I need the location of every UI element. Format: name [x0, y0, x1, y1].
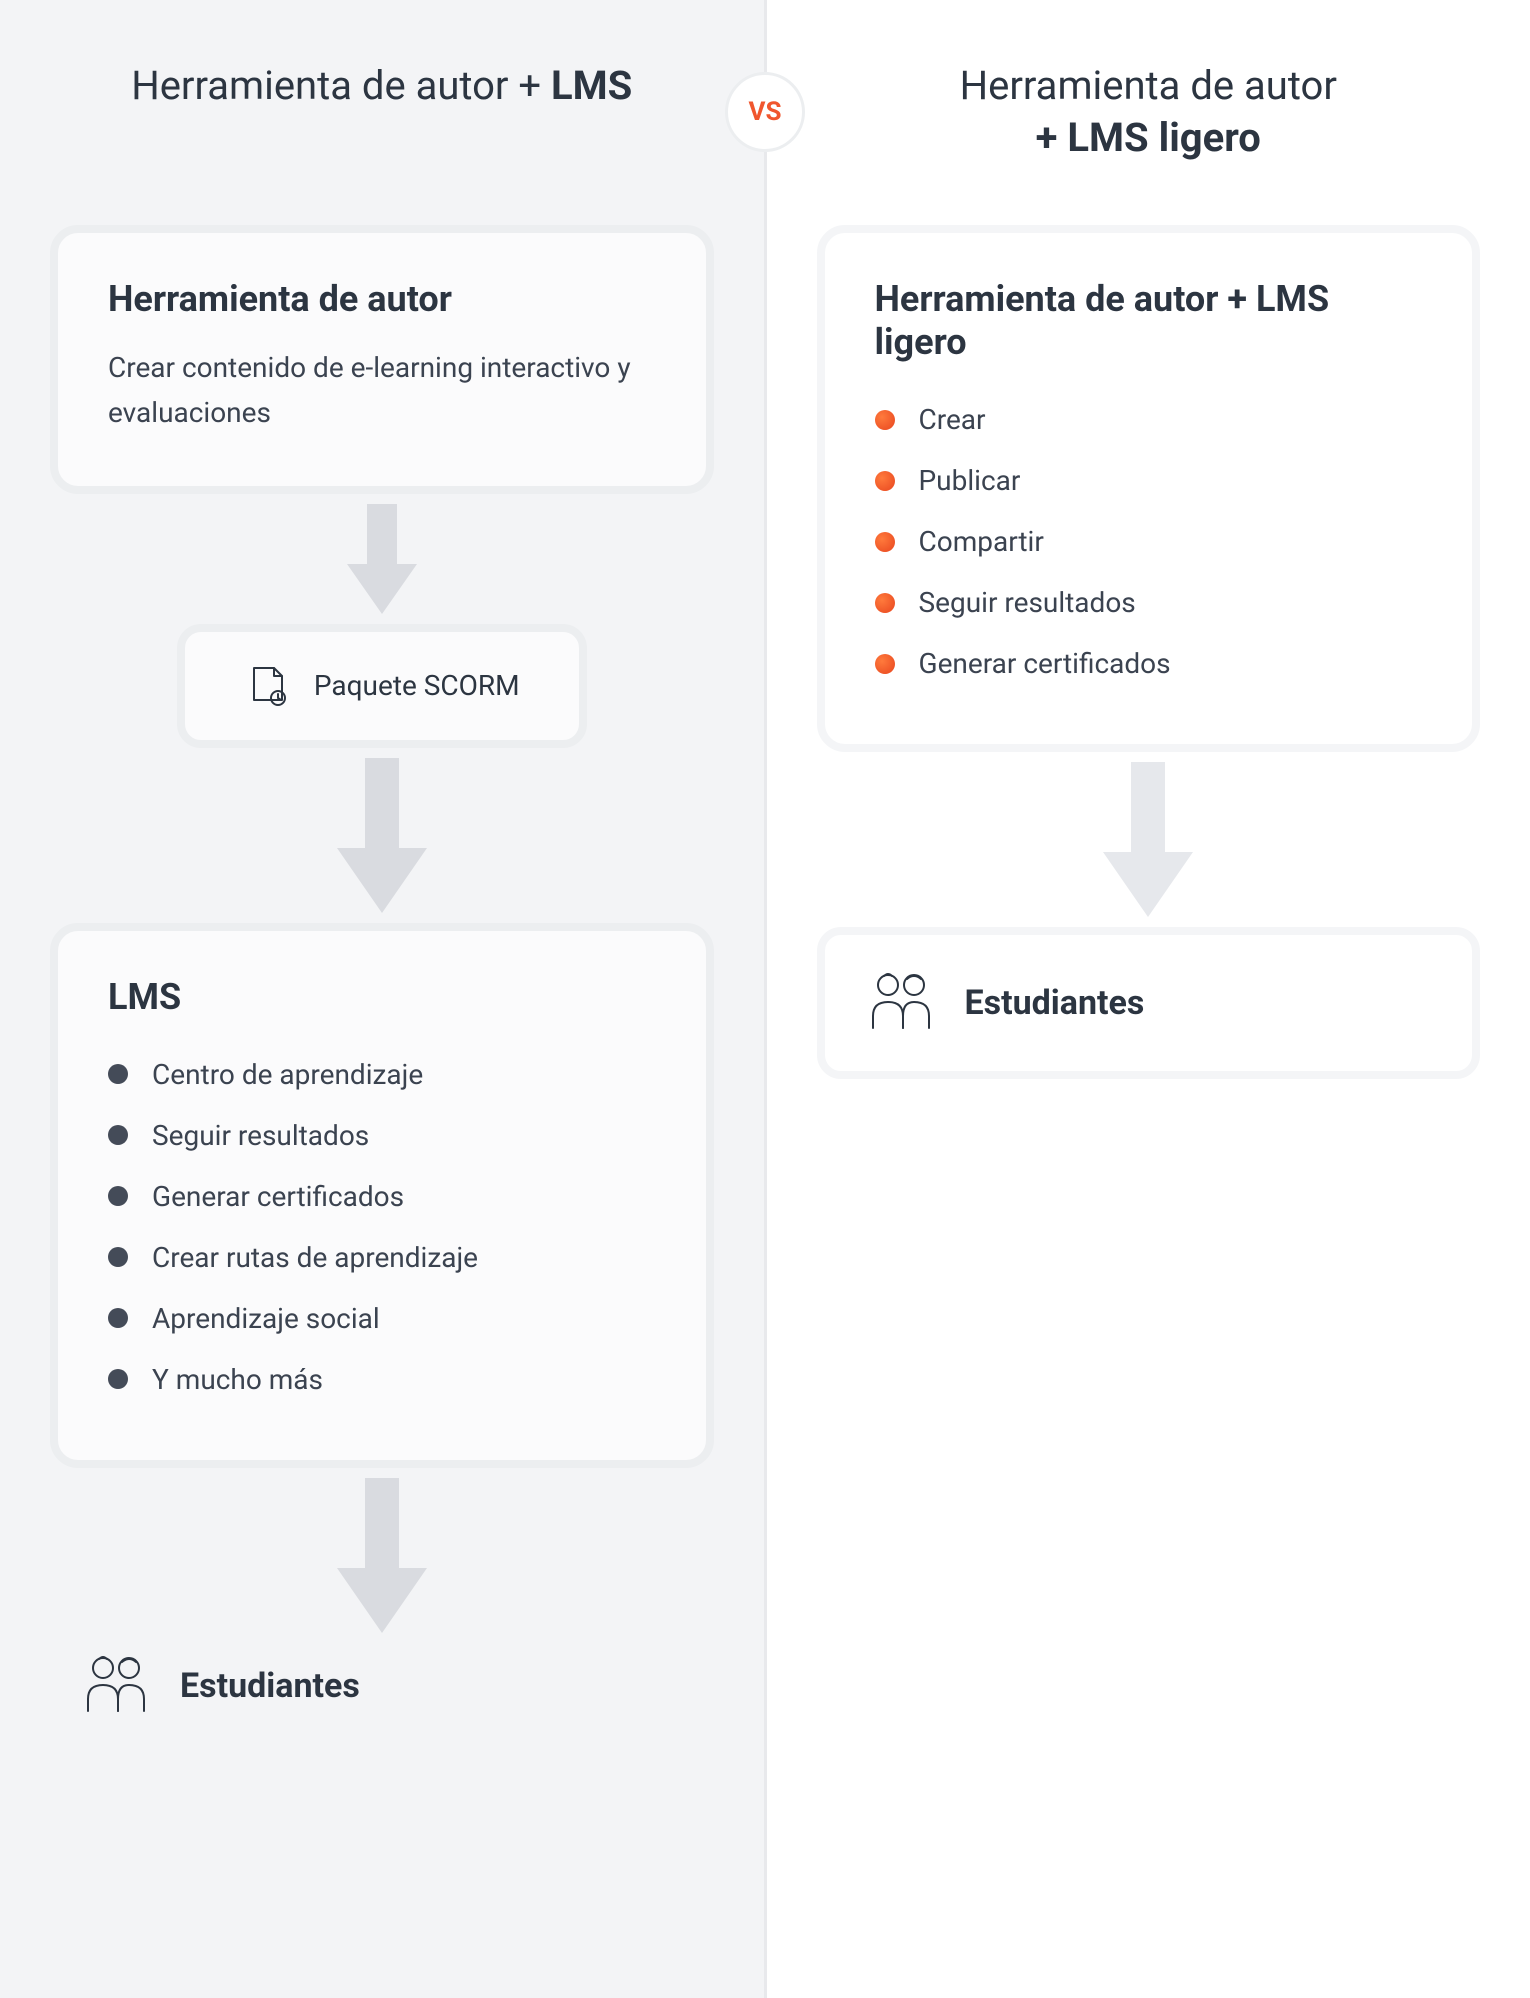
list-item: Y mucho más	[108, 1349, 656, 1410]
arrow-down-icon	[1103, 762, 1193, 917]
light-lms-card: Herramienta de autor + LMS ligero Crear …	[817, 225, 1481, 752]
students-icon	[865, 970, 937, 1036]
list-item: Compartir	[875, 511, 1423, 572]
authoring-tool-card: Herramienta de autor Crear contenido de …	[50, 225, 714, 494]
students-label: Estudiantes	[180, 1666, 360, 1706]
left-title-bold: LMS	[551, 62, 632, 109]
list-item-label: Crear	[919, 403, 986, 436]
bullet-icon	[875, 593, 895, 613]
list-item-label: Seguir resultados	[152, 1119, 369, 1152]
arrow-down-icon	[347, 504, 417, 614]
authoring-tool-desc: Crear contenido de e-learning interactiv…	[108, 346, 656, 436]
light-lms-list: Crear Publicar Compartir Seguir resultad…	[875, 389, 1423, 694]
bullet-icon	[108, 1308, 128, 1328]
lms-list: Centro de aprendizaje Seguir resultados …	[108, 1044, 656, 1410]
list-item-label: Generar certificados	[919, 647, 1171, 680]
list-item-label: Centro de aprendizaje	[152, 1058, 423, 1091]
bullet-icon	[108, 1186, 128, 1206]
bullet-icon	[875, 471, 895, 491]
list-item-label: Aprendizaje social	[152, 1302, 380, 1335]
left-column: Herramienta de autor + LMS Herramienta d…	[0, 0, 767, 1998]
students-icon	[80, 1653, 152, 1719]
scorm-label: Paquete SCORM	[314, 669, 520, 702]
vs-text: VS	[749, 97, 782, 127]
list-item: Crear rutas de aprendizaje	[108, 1227, 656, 1288]
list-item: Crear	[875, 389, 1423, 450]
authoring-tool-title: Herramienta de autor	[108, 278, 656, 321]
list-item-label: Y mucho más	[152, 1363, 323, 1396]
students-label: Estudiantes	[965, 983, 1145, 1023]
list-item: Generar certificados	[108, 1166, 656, 1227]
bullet-icon	[108, 1247, 128, 1267]
arrow-3	[50, 1468, 714, 1643]
left-title-plain: Herramienta de autor +	[131, 62, 551, 109]
lms-card: LMS Centro de aprendizaje Seguir resulta…	[50, 923, 714, 1468]
arrow-down-icon	[337, 758, 427, 913]
right-title-plain: Herramienta de autor	[960, 62, 1337, 109]
arrow-down-icon	[337, 1478, 427, 1633]
vs-badge: VS	[725, 72, 805, 152]
arrow-1	[50, 494, 714, 624]
bullet-icon	[108, 1064, 128, 1084]
list-item-label: Generar certificados	[152, 1180, 404, 1213]
students-left: Estudiantes	[50, 1643, 714, 1719]
scorm-pill: Paquete SCORM	[177, 624, 587, 748]
list-item-label: Crear rutas de aprendizaje	[152, 1241, 478, 1274]
list-item: Centro de aprendizaje	[108, 1044, 656, 1105]
list-item: Seguir resultados	[875, 572, 1423, 633]
list-item-label: Publicar	[919, 464, 1021, 497]
light-lms-title: Herramienta de autor + LMS ligero	[875, 278, 1423, 364]
arrow-2	[50, 748, 714, 923]
bullet-icon	[875, 654, 895, 674]
bullet-icon	[108, 1125, 128, 1145]
students-right-card: Estudiantes	[817, 927, 1481, 1079]
list-item: Publicar	[875, 450, 1423, 511]
right-title-bold: + LMS ligero	[1036, 114, 1261, 161]
left-title: Herramienta de autor + LMS	[50, 60, 714, 165]
list-item: Aprendizaje social	[108, 1288, 656, 1349]
package-icon	[244, 660, 292, 712]
bullet-icon	[108, 1369, 128, 1389]
right-column: Herramienta de autor + LMS ligero Herram…	[767, 0, 1530, 1998]
list-item: Seguir resultados	[108, 1105, 656, 1166]
list-item: Generar certificados	[875, 633, 1423, 694]
arrow-right	[817, 752, 1481, 927]
lms-title: LMS	[108, 976, 656, 1019]
bullet-icon	[875, 410, 895, 430]
right-title: Herramienta de autor + LMS ligero	[817, 60, 1481, 165]
bullet-icon	[875, 532, 895, 552]
list-item-label: Seguir resultados	[919, 586, 1136, 619]
list-item-label: Compartir	[919, 525, 1044, 558]
